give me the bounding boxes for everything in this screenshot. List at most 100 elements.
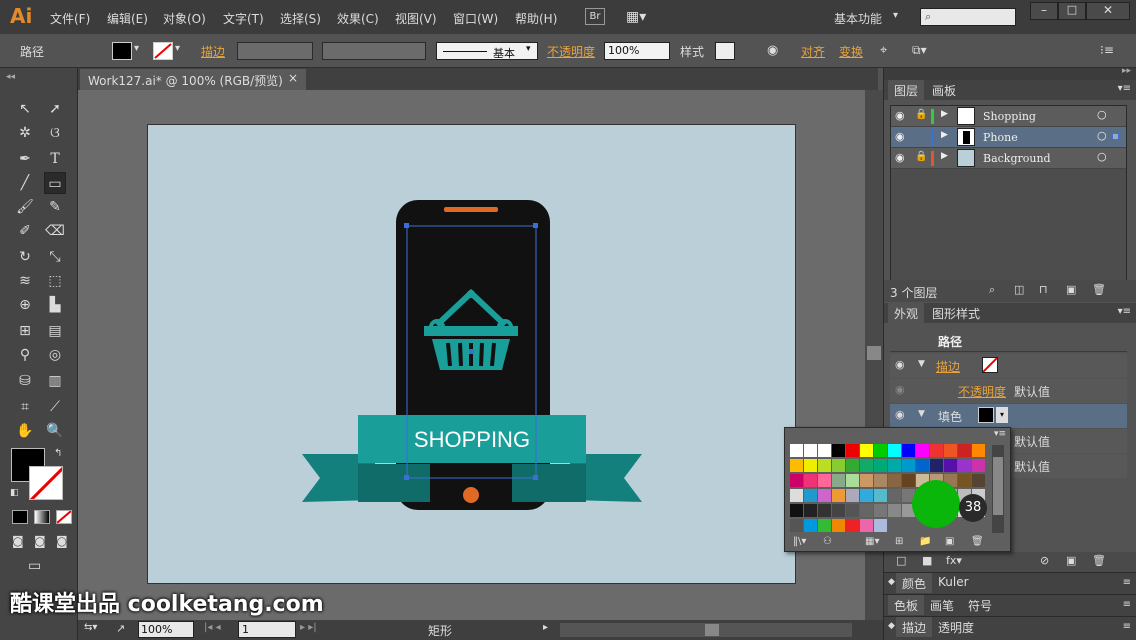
transform-link[interactable]: 变换: [839, 43, 863, 60]
menu-effect[interactable]: 效果(C): [337, 10, 379, 27]
menu-type[interactable]: 文字(T): [223, 10, 264, 27]
blob-brush-tool-icon[interactable]: ✐: [14, 220, 36, 242]
lock-icon[interactable]: 🔒: [915, 109, 927, 120]
locate-object-icon[interactable]: ⌕: [989, 283, 995, 297]
swatch[interactable]: [860, 459, 873, 472]
collapse-arrow-icon[interactable]: ◆: [888, 621, 895, 631]
swatch[interactable]: [944, 459, 957, 472]
collapse-icon[interactable]: ◂◂: [6, 72, 15, 82]
panel-menu-icon[interactable]: ≡: [1123, 621, 1131, 632]
status-menu-icon[interactable]: ▸: [543, 622, 548, 633]
column-graph-tool-icon[interactable]: ▥: [44, 370, 66, 392]
swatch[interactable]: [874, 474, 887, 487]
bridge-button[interactable]: Br: [585, 8, 605, 25]
swatch[interactable]: [818, 459, 831, 472]
swatch[interactable]: [930, 444, 943, 457]
swatch[interactable]: [804, 444, 817, 457]
swatch-options-icon[interactable]: ▦▾: [865, 536, 879, 547]
next-artboard-icon[interactable]: ▸ ▸|: [300, 622, 317, 633]
swatch[interactable]: [818, 504, 831, 517]
clipping-mask-icon[interactable]: ◫: [1014, 283, 1024, 296]
swatch[interactable]: [832, 474, 845, 487]
paintbrush-tool-icon[interactable]: 🖌: [14, 196, 36, 218]
swatch[interactable]: [804, 504, 817, 517]
new-sublayer-icon[interactable]: ⊓: [1039, 283, 1048, 296]
chevron-down-icon[interactable]: ▾: [175, 43, 180, 54]
rectangle-tool-icon[interactable]: ▭: [44, 172, 66, 194]
tab-symbols[interactable]: 符号: [962, 595, 998, 615]
color-group-icon[interactable]: ⊞: [895, 536, 903, 547]
swatch[interactable]: [804, 489, 817, 502]
swatch[interactable]: [902, 519, 915, 532]
new-layer-icon[interactable]: ▣: [1066, 283, 1076, 296]
slice-tool-icon[interactable]: ⟋: [44, 396, 66, 418]
search-input[interactable]: ⌕: [920, 8, 1016, 26]
layer-row[interactable]: ◉ ▶ Phone ○: [891, 127, 1126, 148]
eye-icon[interactable]: ◉: [895, 151, 905, 164]
tab-kuler[interactable]: Kuler: [932, 573, 975, 593]
add-effect-icon[interactable]: fx▾: [946, 554, 962, 567]
clear-appearance-icon[interactable]: ⊘: [1040, 554, 1049, 567]
panel-menu-icon[interactable]: ▾≡: [1118, 306, 1131, 317]
appearance-fill-row[interactable]: ◉ ▼ 填色 ▾: [890, 404, 1127, 428]
menu-select[interactable]: 选择(S): [280, 10, 321, 27]
opacity-link[interactable]: 不透明度: [958, 383, 1006, 400]
maximize-button[interactable]: □: [1058, 2, 1086, 20]
perspective-grid-tool-icon[interactable]: ▙: [44, 294, 66, 316]
new-swatch-icon[interactable]: ▣: [945, 536, 954, 547]
swatch[interactable]: [804, 474, 817, 487]
swatch[interactable]: [958, 444, 971, 457]
swatch[interactable]: [860, 444, 873, 457]
swatch[interactable]: [902, 459, 915, 472]
target-icon[interactable]: ○: [1097, 108, 1107, 121]
swatch[interactable]: [902, 474, 915, 487]
layer-row[interactable]: ◉ 🔒 ▶ Background ○: [891, 148, 1126, 169]
swatch[interactable]: [804, 459, 817, 472]
swatch[interactable]: [888, 474, 901, 487]
expand-arrow-icon[interactable]: ▶: [941, 130, 948, 140]
draw-inside-icon[interactable]: ◙: [56, 534, 68, 548]
scale-tool-icon[interactable]: ⤡: [44, 246, 66, 268]
swatch[interactable]: [916, 444, 929, 457]
swatch[interactable]: [846, 489, 859, 502]
workspace-switcher[interactable]: 基本功能: [834, 10, 882, 27]
status-icon[interactable]: ⇆▾: [84, 622, 97, 633]
swatch[interactable]: [790, 474, 803, 487]
swatch[interactable]: [874, 519, 887, 532]
swatch[interactable]: [888, 444, 901, 457]
swatch[interactable]: [888, 459, 901, 472]
delete-swatch-icon[interactable]: 🗑: [971, 536, 984, 547]
panel-menu-icon[interactable]: ▾≡: [1118, 83, 1131, 94]
swatch[interactable]: [874, 504, 887, 517]
scroll-thumb[interactable]: [993, 457, 1003, 515]
color-mode-button[interactable]: [12, 510, 28, 524]
swatch[interactable]: [790, 489, 803, 502]
screen-mode-icon[interactable]: ▭: [28, 558, 41, 574]
artboard-tool-icon[interactable]: ⌗: [14, 396, 36, 418]
swap-colors-icon[interactable]: ↰: [54, 448, 62, 459]
pencil-tool-icon[interactable]: ✎: [44, 196, 66, 218]
eye-icon[interactable]: ◉: [895, 109, 905, 122]
collapse-arrow-icon[interactable]: ◆: [888, 577, 895, 587]
tab-color[interactable]: 颜色: [896, 573, 933, 593]
add-stroke-icon[interactable]: □: [896, 554, 906, 567]
free-transform-tool-icon[interactable]: ⬚: [44, 270, 66, 292]
shape-builder-tool-icon[interactable]: ⊕: [14, 294, 36, 316]
type-tool-icon[interactable]: T: [44, 148, 66, 170]
lasso-tool-icon[interactable]: ଓ: [44, 122, 66, 144]
none-mode-button[interactable]: [56, 510, 72, 524]
eyedropper-tool-icon[interactable]: ⚲: [14, 344, 36, 366]
menu-file[interactable]: 文件(F): [50, 10, 90, 27]
swatch[interactable]: [902, 444, 915, 457]
hand-tool-icon[interactable]: ✋: [14, 420, 36, 442]
eye-icon[interactable]: ◉: [895, 408, 905, 421]
swatch[interactable]: [818, 489, 831, 502]
swatch[interactable]: [832, 459, 845, 472]
swatch[interactable]: [860, 504, 873, 517]
pen-tool-icon[interactable]: ✒: [14, 148, 36, 170]
tab-artboards[interactable]: 画板: [926, 80, 962, 100]
tab-appearance[interactable]: 外观: [888, 303, 925, 323]
menu-view[interactable]: 视图(V): [395, 10, 437, 27]
panel-menu-icon[interactable]: ▾≡: [994, 429, 1006, 439]
graphic-style-swatch[interactable]: [715, 42, 735, 60]
